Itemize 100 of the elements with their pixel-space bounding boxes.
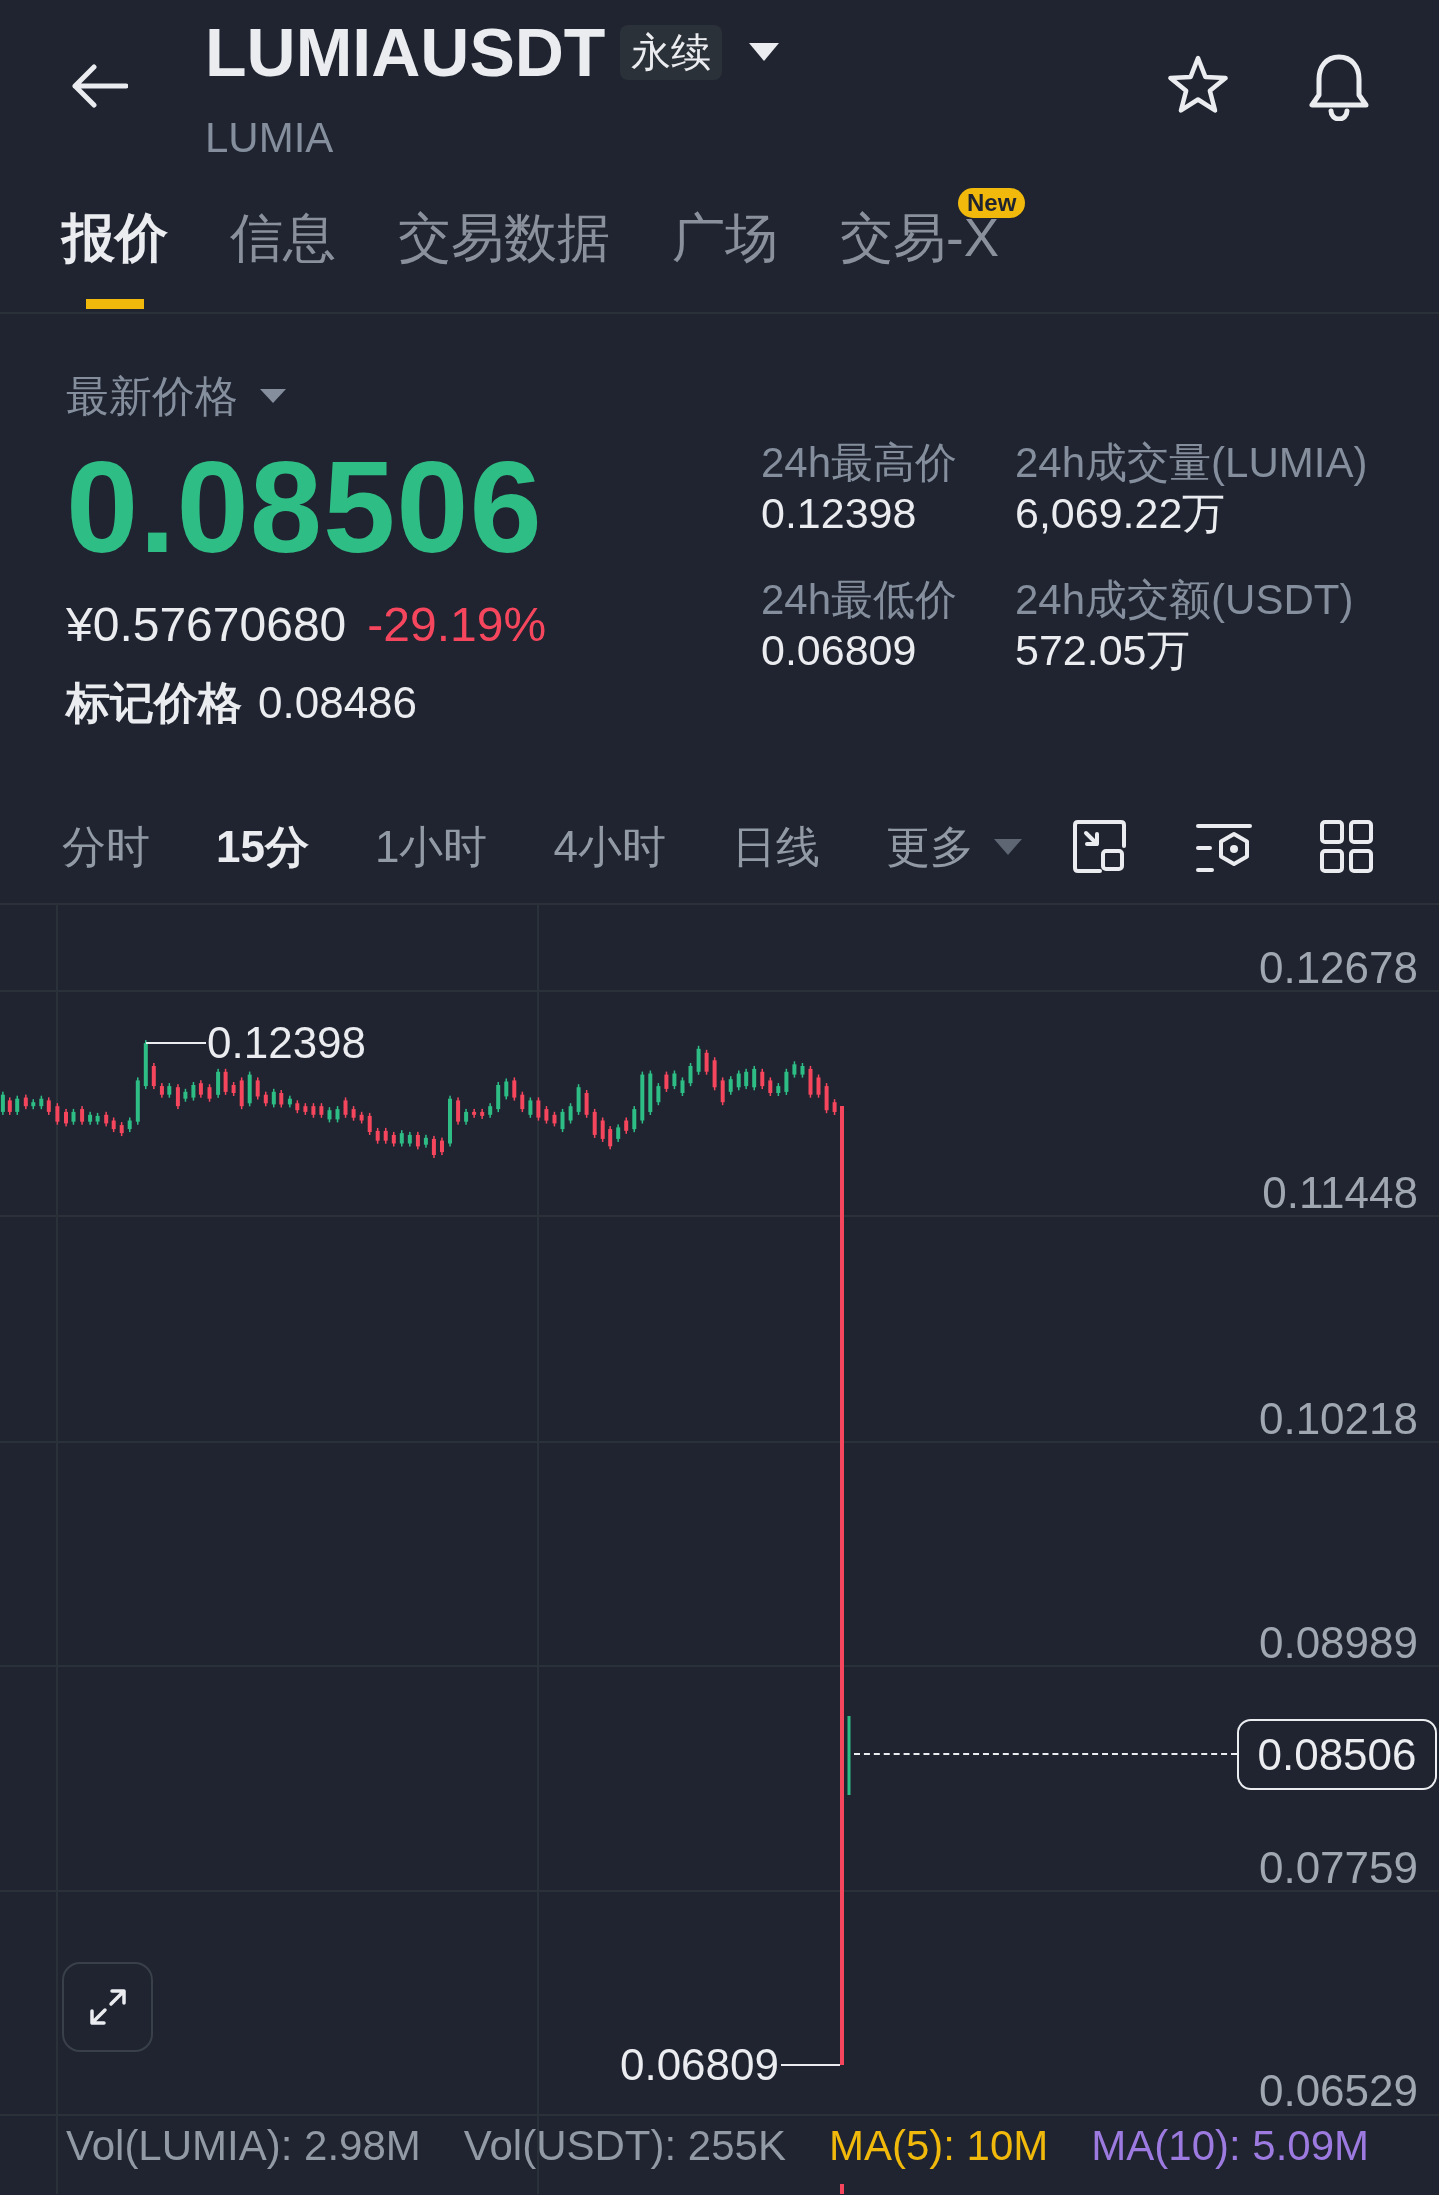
interval-tab[interactable]: 4小时 [553,818,666,875]
falling-candle [552,1111,557,1127]
falling-candle [824,1083,829,1114]
falling-candle [359,1111,364,1124]
falling-candle [55,1103,60,1125]
last-price: 0.08506 [66,442,543,572]
current-price-tag: 0.08506 [1237,1719,1437,1790]
rising-candle [632,1106,637,1133]
rising-candle [648,1070,653,1115]
falling-candle [512,1077,517,1101]
rising-candle [728,1076,733,1095]
falling-candle [7,1097,12,1115]
falling-candle [104,1111,109,1127]
rising-candle [271,1088,276,1108]
high-price-label: 0.12398 [207,1018,367,1068]
rising-candle [640,1071,645,1124]
falling-candle [151,1063,156,1090]
falling-candle [816,1074,821,1098]
low-price-leader [781,2064,840,2066]
tab[interactable]: 广场 [672,186,778,312]
volume-indicator: MA(5): 10M [828,2121,1049,2171]
falling-candle [383,1127,388,1144]
hexagon-lines-icon[interactable] [1194,821,1252,872]
tab[interactable]: 信息 [230,186,336,312]
rising-candle [167,1083,172,1098]
rising-candle [784,1068,789,1095]
rising-candle [464,1108,469,1125]
back-icon[interactable] [72,64,128,108]
low-price-label: 0.06809 [619,2040,779,2090]
rising-candle [143,1040,148,1090]
rising-candle [71,1108,76,1125]
price-axis-label: 0.10218 [1258,1394,1418,1444]
grid-icon[interactable] [1320,820,1373,873]
caret-icon[interactable] [749,43,780,61]
interval-tab[interactable]: 15分 [216,818,309,875]
price-axis-label: 0.06529 [1258,2066,1418,2116]
falling-candle [456,1097,461,1125]
falling-candle [64,1108,68,1127]
stat-value: 572.05万 [1015,625,1190,675]
rising-candle [423,1134,428,1148]
fiat-price: ¥0.57670680 [66,598,347,652]
rising-candle [95,1112,100,1125]
stat-label: 24h最低价 [761,575,958,625]
rising-candle [287,1095,292,1108]
falling-candle [231,1082,236,1096]
rising-candle [496,1082,501,1113]
falling-candle [239,1077,244,1110]
falling-candle [207,1084,212,1102]
stat-label: 24h最高价 [761,438,958,488]
falling-candle [198,1080,203,1098]
rising-candle [88,1111,93,1125]
mark-price: 0.08486 [258,677,418,729]
falling-candle [119,1122,124,1137]
rising-candle [672,1070,677,1090]
falling-candle [832,1099,837,1115]
rising-candle [752,1065,757,1091]
stat-value: 0.12398 [761,488,917,538]
falling-candle [584,1090,589,1118]
falling-candle [808,1065,813,1098]
base-asset-label: LUMIA [205,113,334,163]
stat-value: 0.06809 [761,625,917,675]
falling-candle [311,1103,316,1118]
volume-indicator: Vol(LUMIA): 2.98M [66,2121,421,2171]
expand-button[interactable] [62,1962,153,2052]
interval-tab[interactable]: 1小时 [374,818,488,875]
price-axis-label: 0.11448 [1262,1168,1418,1218]
rising-candle [31,1099,36,1110]
falling-candle [303,1103,308,1115]
falling-candle [351,1106,356,1121]
rising-candle [183,1088,188,1102]
rising-candle [407,1131,412,1147]
price-type-label: 最新价格 [66,371,238,421]
rising-candle [15,1095,20,1115]
picture-in-picture-icon[interactable] [1073,820,1126,873]
rising-candle [680,1077,685,1096]
new-badge: New [958,188,1026,218]
falling-candle [592,1108,597,1138]
tab[interactable]: 交易数据 [398,186,610,312]
falling-candle [712,1057,717,1091]
rising-candle [688,1063,693,1087]
price-axis-label: 0.08989 [1258,1618,1418,1668]
stat-label: 24h成交量(LUMIA) [1015,438,1368,488]
price-axis-label: 0.12678 [1258,943,1418,993]
mark-price-label: 标记价格 [66,677,242,729]
more-dropdown[interactable]: 更多 [885,818,1022,875]
stat-label: 24h成交额(USDT) [1015,575,1354,625]
falling-candle [431,1135,436,1158]
rising-candle [528,1097,533,1118]
falling-candle [768,1077,773,1096]
interval-tab[interactable]: 日线 [731,818,820,875]
falling-candle [760,1068,765,1090]
rising-candle [191,1082,196,1101]
falling-candle [704,1049,709,1075]
rising-candle [656,1083,661,1106]
interval-tab[interactable]: 分时 [62,818,150,875]
rising-candle [216,1068,221,1098]
tab[interactable]: 交易-X New [840,186,1029,312]
falling-candle [391,1131,396,1147]
rising-candle [560,1108,565,1133]
falling-candle [415,1131,420,1150]
